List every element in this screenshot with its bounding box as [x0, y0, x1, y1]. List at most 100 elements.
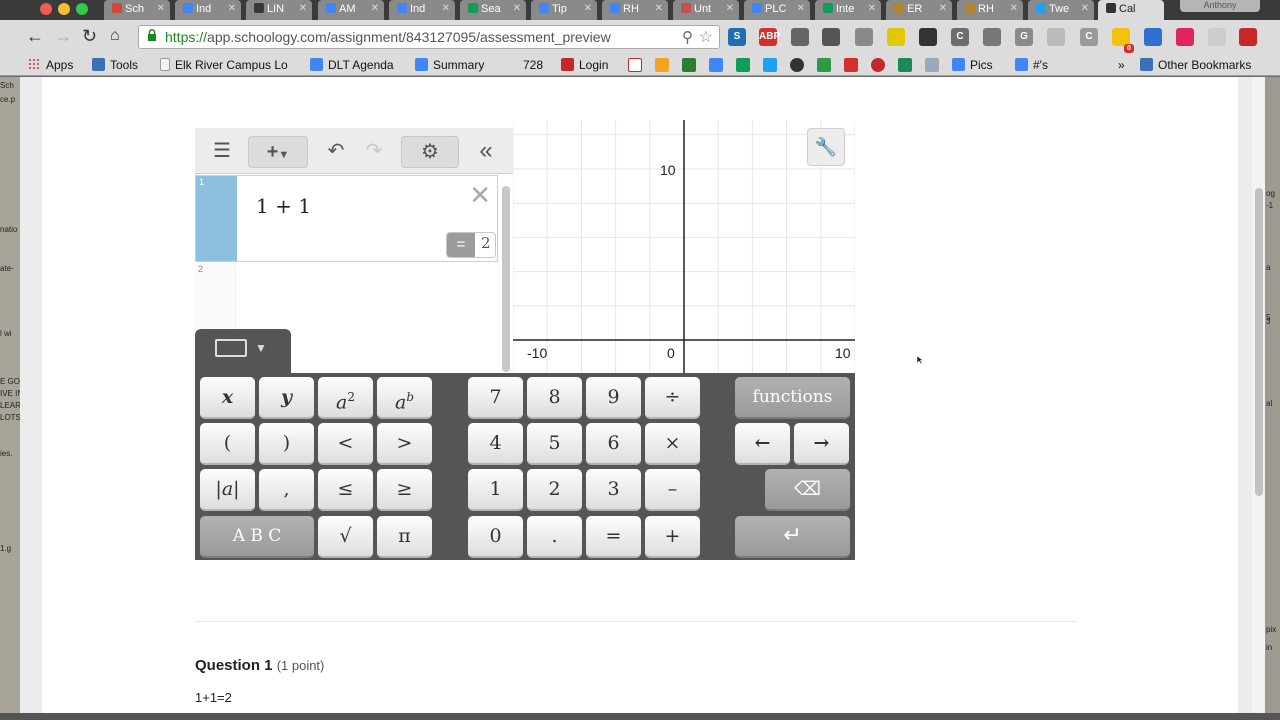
- key-sqrt[interactable]: √: [318, 516, 373, 558]
- key-multiply[interactable]: ×: [645, 423, 700, 465]
- color-ext-icon[interactable]: [919, 28, 937, 46]
- graph-paper[interactable]: -10 0 10 10: [513, 120, 855, 374]
- browser-tab[interactable]: RH ✕: [957, 0, 1023, 20]
- calendar-icon[interactable]: [709, 58, 723, 72]
- browser-tab[interactable]: AM ✕: [318, 0, 384, 20]
- close-tab-icon[interactable]: ✕: [1010, 0, 1018, 18]
- add-item-button[interactable]: +▼: [248, 136, 308, 168]
- bookmark-tools[interactable]: Tools: [92, 57, 138, 73]
- twitter-icon[interactable]: [763, 58, 777, 72]
- forward-button[interactable]: →: [54, 26, 72, 46]
- browser-tab[interactable]: Tip ✕: [531, 0, 597, 20]
- expression-list-scrollbar[interactable]: [502, 186, 510, 372]
- bookmark-728[interactable]: 728: [523, 57, 543, 73]
- profile-button[interactable]: Anthony: [1180, 0, 1260, 12]
- browser-tab[interactable]: ER ✕: [886, 0, 952, 20]
- page-scrollbar-thumb[interactable]: [1255, 188, 1263, 496]
- bookmark-icon[interactable]: [844, 58, 858, 72]
- close-tab-icon[interactable]: ✕: [371, 0, 379, 18]
- key-decimal[interactable]: .: [527, 516, 582, 558]
- browser-tab[interactable]: LIN ✕: [246, 0, 312, 20]
- zoom-window-button[interactable]: [76, 3, 88, 15]
- browser-tab[interactable]: Ind ✕: [389, 0, 455, 20]
- search-icon[interactable]: ⚲: [682, 28, 693, 46]
- key-comma[interactable]: ,: [259, 469, 314, 511]
- key-greater-than[interactable]: >: [377, 423, 432, 465]
- rainbow-ext-icon[interactable]: [1047, 28, 1065, 46]
- close-tab-icon[interactable]: ✕: [1081, 0, 1089, 18]
- close-tab-icon[interactable]: ✕: [299, 0, 307, 18]
- bookmark-icon[interactable]: [925, 58, 939, 72]
- profile-ext-icon[interactable]: [1208, 28, 1226, 46]
- reload-button[interactable]: ↻: [82, 26, 97, 46]
- key-right-paren[interactable]: ): [259, 423, 314, 465]
- bookmark-hashtags[interactable]: #'s: [1015, 57, 1048, 73]
- expression-input[interactable]: 1 + 1: [256, 194, 311, 218]
- key-plus[interactable]: +: [645, 516, 700, 558]
- key-3[interactable]: 3: [586, 469, 641, 511]
- key-enter[interactable]: ↵: [735, 516, 850, 558]
- minimize-window-button[interactable]: [58, 3, 70, 15]
- key-minus[interactable]: –: [645, 469, 700, 511]
- browser-tab[interactable]: Inte ✕: [815, 0, 881, 20]
- key-a-power-b[interactable]: ab: [377, 377, 432, 419]
- browser-tab[interactable]: Sch ✕: [104, 0, 170, 20]
- bookmark-icon[interactable]: [682, 58, 696, 72]
- schoology-icon[interactable]: [790, 58, 804, 72]
- back-button[interactable]: ←: [26, 26, 44, 46]
- dots-ext-icon[interactable]: [822, 28, 840, 46]
- drive-icon[interactable]: [736, 58, 750, 72]
- undo-icon[interactable]: ↶: [319, 136, 353, 168]
- key-y[interactable]: y: [259, 377, 314, 419]
- key-left-arrow[interactable]: ←: [735, 423, 790, 465]
- bookmark-other[interactable]: Other Bookmarks: [1140, 57, 1251, 73]
- key-7[interactable]: 7: [468, 377, 523, 419]
- menu-ext-icon[interactable]: [1239, 28, 1257, 46]
- buffer-ext-icon[interactable]: [1144, 28, 1162, 46]
- bookmark-icon[interactable]: [817, 58, 831, 72]
- key-divide[interactable]: ÷: [645, 377, 700, 419]
- gmail-icon[interactable]: [628, 58, 642, 72]
- bookmark-login[interactable]: Login: [561, 57, 608, 73]
- pocket-ext-icon[interactable]: [983, 28, 1001, 46]
- key-absolute-value[interactable]: |a|: [200, 469, 255, 511]
- close-tab-icon[interactable]: ✕: [157, 0, 165, 18]
- key-functions[interactable]: functions: [735, 377, 850, 419]
- key-a-squared[interactable]: a2: [318, 377, 373, 419]
- bookmark-dlt-agenda[interactable]: DLT Agenda: [310, 57, 394, 73]
- home-button[interactable]: ⌂: [110, 26, 120, 46]
- close-tab-icon[interactable]: ✕: [442, 0, 450, 18]
- key-0[interactable]: 0: [468, 516, 523, 558]
- close-window-button[interactable]: [40, 3, 52, 15]
- close-tab-icon[interactable]: ✕: [939, 0, 947, 18]
- redo-icon[interactable]: ↷: [357, 136, 391, 168]
- bookmark-summary[interactable]: Summary: [415, 57, 484, 73]
- schoology-ext-icon[interactable]: S: [728, 28, 746, 46]
- delete-expression-icon[interactable]: ✕: [469, 182, 491, 208]
- bookmark-icon[interactable]: [655, 58, 669, 72]
- browser-tab[interactable]: Ind ✕: [175, 0, 241, 20]
- key-equals[interactable]: =: [586, 516, 641, 558]
- screen-ext-icon[interactable]: [855, 28, 873, 46]
- browser-tab[interactable]: Cal ✕: [1098, 0, 1164, 20]
- close-tab-icon[interactable]: ✕: [584, 0, 592, 18]
- collapse-panel-icon[interactable]: «: [469, 136, 503, 168]
- adblock-ext-icon[interactable]: ABP: [759, 28, 780, 46]
- iheart-icon[interactable]: [871, 58, 885, 72]
- menu-hamburger-icon[interactable]: ☰: [207, 136, 237, 168]
- key-4[interactable]: 4: [468, 423, 523, 465]
- close-tab-icon[interactable]: ✕: [513, 0, 521, 18]
- key-2[interactable]: 2: [527, 469, 582, 511]
- g-ext-icon[interactable]: G: [1015, 28, 1033, 46]
- c-ext-icon[interactable]: C: [951, 28, 969, 46]
- browser-tab[interactable]: PLC ✕: [744, 0, 810, 20]
- key-right-arrow[interactable]: →: [794, 423, 849, 465]
- key-left-paren[interactable]: (: [200, 423, 255, 465]
- close-tab-icon[interactable]: ✕: [228, 0, 236, 18]
- browser-tab[interactable]: Unt ✕: [673, 0, 739, 20]
- graph-settings-wrench-icon[interactable]: 🔧: [807, 128, 845, 166]
- browser-tab[interactable]: Sea ✕: [460, 0, 526, 20]
- close-tab-icon[interactable]: ✕: [797, 0, 805, 18]
- key-x[interactable]: x: [200, 377, 255, 419]
- close-tab-icon[interactable]: ✕: [726, 0, 734, 18]
